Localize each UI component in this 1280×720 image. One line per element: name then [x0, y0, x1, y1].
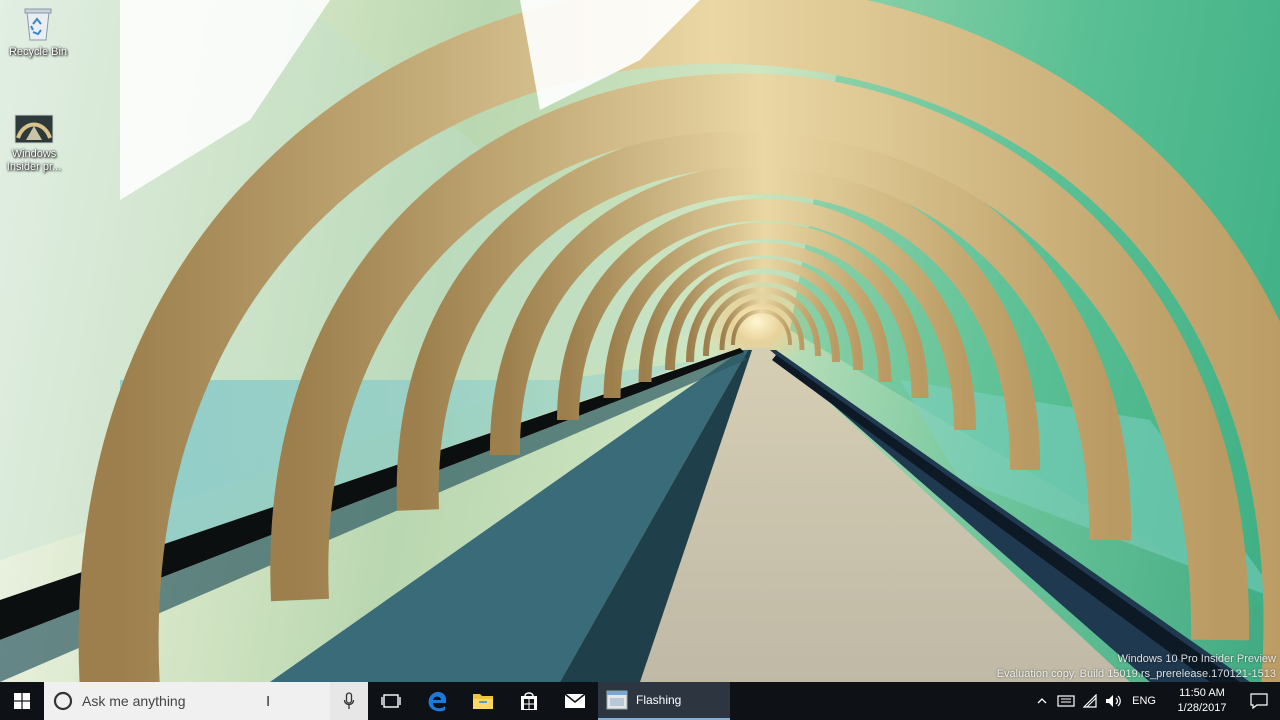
language-indicator[interactable]: ENG — [1126, 695, 1166, 707]
taskbar: Ask me anything I Flashing ENG 11:50 AM … — [0, 682, 1280, 720]
file-explorer-icon — [473, 694, 493, 709]
taskbar-app-edge[interactable] — [414, 682, 460, 720]
windows-logo-icon — [14, 693, 30, 709]
taskbar-app-flashing[interactable]: Flashing — [598, 682, 730, 720]
microphone-button[interactable] — [330, 682, 368, 720]
input-indicator-button[interactable] — [1054, 682, 1078, 720]
desktop-icon-label: Recycle Bin — [8, 46, 68, 58]
running-app-label: Flashing — [636, 693, 682, 707]
chevron-up-icon — [1037, 698, 1047, 704]
clock-time: 11:50 AM — [1179, 687, 1225, 699]
search-input[interactable]: Ask me anything I — [44, 682, 330, 720]
start-button[interactable] — [0, 682, 44, 720]
desktop-icon-windows-insider[interactable]: Windows Insider pr... — [0, 114, 72, 174]
watermark-build: Evaluation copy. Build 15019.rs_prerelea… — [996, 668, 1276, 680]
keyboard-icon — [1057, 695, 1075, 707]
desktop-wallpaper — [0, 0, 1280, 682]
edge-icon — [428, 691, 447, 712]
microphone-icon — [343, 692, 355, 709]
task-view-button[interactable] — [368, 682, 414, 720]
network-button[interactable] — [1078, 682, 1102, 720]
speaker-icon — [1106, 695, 1122, 707]
recycle-bin-icon — [24, 8, 52, 41]
mail-icon — [564, 693, 586, 708]
clock-date: 1/28/2017 — [1177, 702, 1227, 714]
tunnel-artwork — [0, 0, 1280, 682]
build-watermark: Windows 10 Pro Insider Preview Evaluatio… — [997, 652, 1276, 682]
taskbar-app-mail[interactable] — [552, 682, 598, 720]
clock[interactable]: 11:50 AM 1/28/2017 — [1166, 686, 1238, 716]
action-center-button[interactable] — [1238, 682, 1280, 720]
network-icon — [1082, 694, 1097, 708]
text-cursor-icon: I — [266, 693, 271, 710]
desktop-icon-recycle-bin[interactable]: Recycle Bin — [0, 6, 76, 59]
cortana-icon — [53, 691, 73, 711]
store-icon — [521, 692, 537, 710]
system-tray: ENG 11:50 AM 1/28/2017 — [1030, 682, 1280, 720]
search-placeholder: Ask me anything — [82, 693, 186, 709]
taskbar-app-file-explorer[interactable] — [460, 682, 506, 720]
desktop-icon-label: Windows Insider pr... — [6, 148, 62, 173]
watermark-edition: Windows 10 Pro Insider Preview — [1117, 653, 1276, 665]
volume-button[interactable] — [1102, 682, 1126, 720]
show-hidden-icons-button[interactable] — [1030, 682, 1054, 720]
task-view-icon — [381, 694, 401, 708]
video-thumbnail-icon — [14, 114, 54, 144]
notification-icon — [1250, 693, 1268, 709]
flashing-app-icon — [606, 690, 628, 710]
taskbar-app-store[interactable] — [506, 682, 552, 720]
